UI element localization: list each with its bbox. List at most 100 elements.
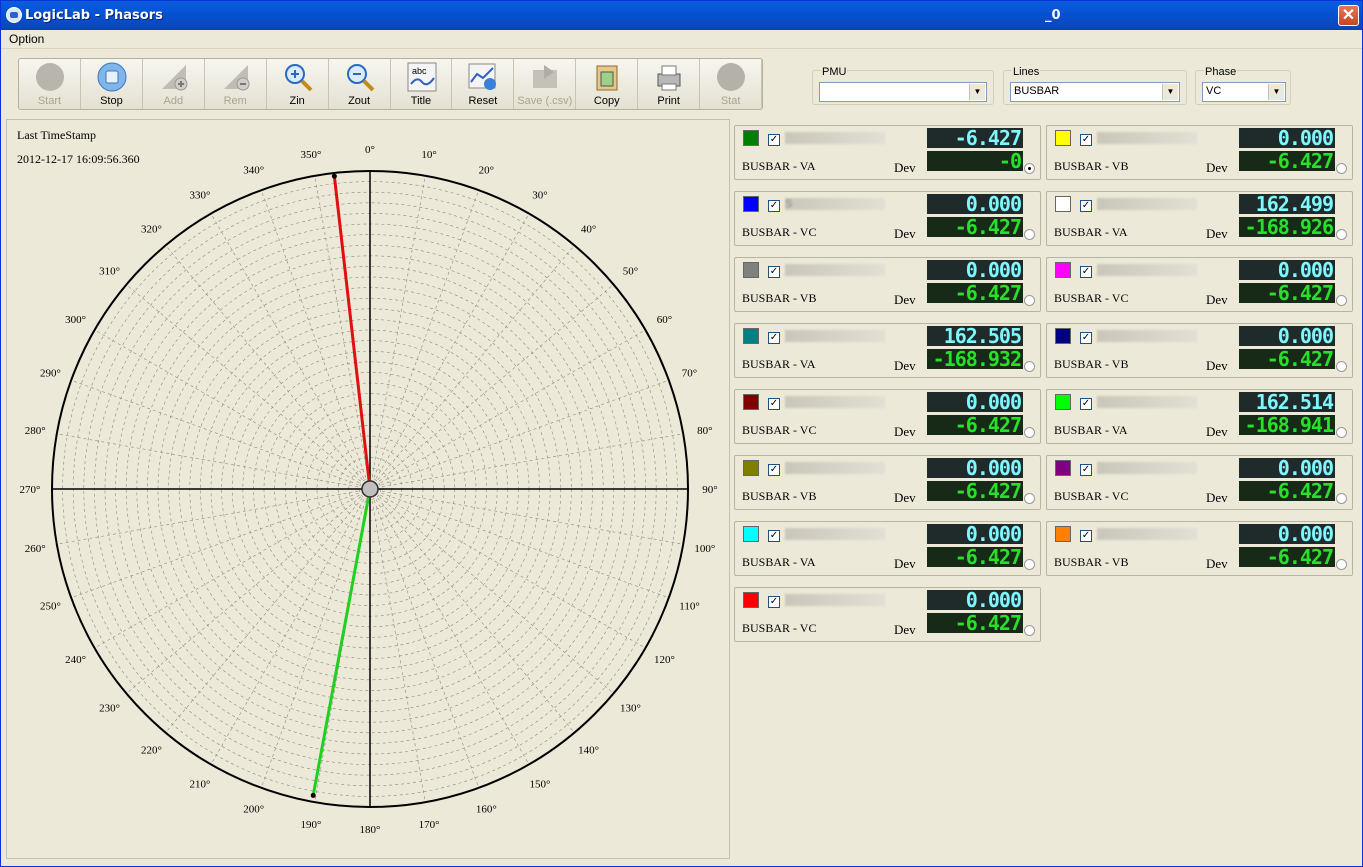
close-button[interactable]: ✕ (1338, 5, 1359, 26)
reference-radio[interactable] (1336, 229, 1347, 240)
reference-radio[interactable] (1336, 427, 1347, 438)
angle-tick-label: 10° (421, 149, 436, 161)
reference-radio[interactable] (1024, 625, 1035, 636)
visible-checkbox[interactable]: ✓ (1080, 530, 1092, 542)
visible-checkbox[interactable]: ✓ (768, 266, 780, 278)
visible-checkbox[interactable]: ✓ (768, 596, 780, 608)
lines-select[interactable]: BUSBAR ▼ (1010, 82, 1180, 102)
toolbar-label: Stat (720, 95, 741, 107)
stop-button[interactable]: Stop (81, 59, 143, 109)
color-swatch[interactable] (1055, 130, 1071, 146)
chevron-down-icon[interactable]: ▼ (969, 84, 985, 100)
angle-tick-label: 110° (679, 600, 700, 612)
phasor-card: ✓ BUSBAR - VB Dev 0.000 -6.427 (1046, 125, 1353, 180)
pmu-select[interactable]: ▼ (819, 82, 987, 102)
title-icon: abc (407, 62, 437, 92)
rem-button[interactable]: Rem (205, 59, 267, 109)
visible-checkbox[interactable]: ✓ (768, 464, 780, 476)
color-swatch[interactable] (1055, 328, 1071, 344)
visible-checkbox[interactable]: ✓ (1080, 200, 1092, 212)
visible-checkbox[interactable]: ✓ (768, 398, 780, 410)
angle-tick-label: 0° (365, 144, 375, 156)
reference-radio[interactable] (1024, 493, 1035, 504)
copy-button[interactable]: Copy (576, 59, 639, 109)
title-button[interactable]: abc Title (391, 59, 453, 109)
signal-name (1097, 132, 1197, 144)
angle-tick-label: 310° (99, 265, 120, 277)
visible-checkbox[interactable]: ✓ (1080, 398, 1092, 410)
dev-label: Dev (894, 556, 916, 571)
color-swatch[interactable] (1055, 460, 1071, 476)
visible-checkbox[interactable]: ✓ (1080, 332, 1092, 344)
stat-button[interactable]: Stat (700, 59, 763, 109)
color-swatch[interactable] (743, 262, 759, 278)
print-button[interactable]: Print (638, 59, 701, 109)
visible-checkbox[interactable]: ✓ (768, 200, 780, 212)
reference-radio[interactable] (1024, 229, 1035, 240)
signal-label: BUSBAR - VC (1054, 489, 1129, 503)
title-bar[interactable]: LogicLab - Phasors _0 ✕ (1, 1, 1362, 30)
reference-radio[interactable] (1336, 559, 1347, 570)
phase-select[interactable]: VC ▼ (1202, 82, 1286, 102)
phasor-card: ✓ BUSBAR - VB Dev 0.000 -6.427 (734, 455, 1041, 510)
color-swatch[interactable] (1055, 526, 1071, 542)
app-window: LogicLab - Phasors _0 ✕ Option Start Stop… (0, 0, 1363, 867)
reference-radio[interactable] (1024, 295, 1035, 306)
color-swatch[interactable] (743, 526, 759, 542)
angle-tick-label: 320° (141, 224, 162, 236)
color-swatch[interactable] (743, 130, 759, 146)
visible-checkbox[interactable]: ✓ (768, 134, 780, 146)
reference-radio[interactable] (1336, 295, 1347, 306)
signal-label: BUSBAR - VA (742, 159, 816, 173)
app-icon (6, 7, 22, 23)
color-swatch[interactable] (743, 394, 759, 410)
save-csv-button[interactable]: Save (.csv) (514, 59, 577, 109)
angle-tick-label: 290° (40, 368, 61, 380)
signal-label: BUSBAR - VC (742, 621, 817, 635)
dev-label: Dev (894, 292, 916, 307)
reference-radio[interactable] (1336, 493, 1347, 504)
visible-checkbox[interactable]: ✓ (1080, 266, 1092, 278)
visible-checkbox[interactable]: ✓ (768, 332, 780, 344)
dev-label: Dev (894, 226, 916, 241)
color-swatch[interactable] (743, 196, 759, 212)
reference-radio[interactable] (1336, 163, 1347, 174)
chevron-down-icon[interactable]: ▼ (1268, 84, 1284, 100)
lines-legend: Lines (1012, 66, 1041, 78)
zout-button[interactable]: Zout (329, 59, 391, 109)
color-swatch[interactable] (743, 592, 759, 608)
visible-checkbox[interactable]: ✓ (768, 530, 780, 542)
chevron-down-icon[interactable]: ▼ (1162, 84, 1178, 100)
add-button[interactable]: Add (143, 59, 205, 109)
angle-tick-label: 60° (657, 314, 672, 326)
visible-checkbox[interactable]: ✓ (1080, 464, 1092, 476)
color-swatch[interactable] (1055, 196, 1071, 212)
reference-radio[interactable] (1024, 559, 1035, 570)
phasor-card: ✓ BUSBAR - VB Dev 0.000 -6.427 (1046, 521, 1353, 576)
magnitude-display: -6.427 (927, 128, 1023, 148)
save-icon (533, 65, 558, 88)
angle-tick-label: 280° (25, 425, 46, 437)
zin-button[interactable]: Zin (267, 59, 329, 109)
color-swatch[interactable] (743, 460, 759, 476)
reference-radio[interactable] (1336, 361, 1347, 372)
start-button[interactable]: Start (19, 59, 81, 109)
color-swatch[interactable] (1055, 394, 1071, 410)
dev-label: Dev (1206, 160, 1228, 175)
visible-checkbox[interactable]: ✓ (1080, 134, 1092, 146)
angle-tick-label: 120° (654, 654, 675, 666)
menu-option[interactable]: Option (9, 32, 44, 46)
toolbar-label: Zout (348, 95, 371, 107)
color-swatch[interactable] (743, 328, 759, 344)
deviation-display: -6.427 (927, 217, 1023, 237)
dev-label: Dev (1206, 424, 1228, 439)
angle-tick-label: 80° (697, 425, 712, 437)
signal-label: BUSBAR - VC (1054, 291, 1129, 305)
phasor-card: ✓ BUSBAR - VA Dev 162.514 -168.941 (1046, 389, 1353, 444)
color-swatch[interactable] (1055, 262, 1071, 278)
reference-radio[interactable] (1024, 361, 1035, 372)
pmu-legend: PMU (821, 66, 848, 78)
reference-radio[interactable] (1024, 163, 1035, 174)
reset-button[interactable]: Reset (452, 59, 515, 109)
reference-radio[interactable] (1024, 427, 1035, 438)
